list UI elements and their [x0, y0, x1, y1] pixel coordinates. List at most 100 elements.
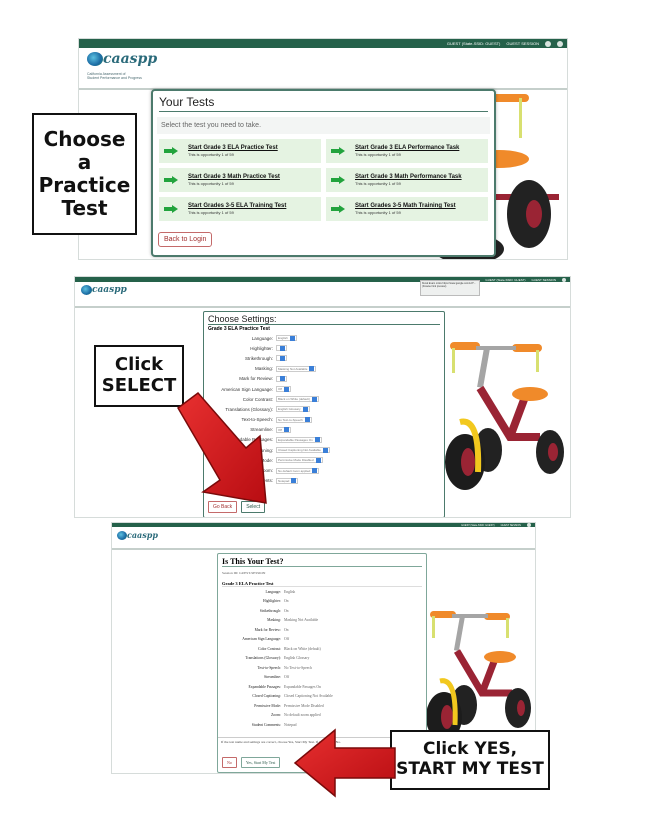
setting-value: Notepad [278, 478, 290, 483]
panel-title: Your Tests [159, 95, 488, 112]
test-item-grade3-ela-practice[interactable]: Start Grade 3 ELA Practice Test This is o… [159, 139, 321, 163]
arrow-right-icon [164, 147, 178, 155]
globe-icon [117, 530, 127, 540]
dropdown-arrow-icon[interactable] [289, 335, 295, 341]
dropdown-arrow-icon[interactable] [280, 355, 285, 361]
setting-label: Mark for Review: [239, 376, 273, 382]
test-item-grade3-ela-performance[interactable]: Start Grade 3 ELA Performance Task This i… [326, 139, 488, 163]
setting-row: Mark for Review: [204, 374, 444, 384]
callout-line: Practice [38, 173, 131, 197]
test-item-grades3-5-ela-training[interactable]: Start Grades 3-5 ELA Training Test This i… [159, 197, 321, 221]
test-item-grade3-math-performance[interactable]: Start Grade 3 Math Performance Task This … [326, 168, 488, 192]
summary-label: Expandable Passages: [248, 684, 281, 689]
setting-value: Off [278, 427, 282, 432]
arrow-right-icon [331, 205, 345, 213]
summary-row: Closed Captioning: Closed Captioning Not … [218, 692, 426, 702]
setting-dropdown[interactable]: English [276, 335, 297, 342]
setting-value: Expandable Passages On [278, 437, 313, 442]
test-label[interactable]: Start Grade 3 ELA Performance Task [355, 145, 459, 151]
summary-row: Text-to-Speech: No Text-to-Speech [218, 663, 426, 673]
settings-summary-list: Language: English Highlighter: On Strikethro… [218, 587, 426, 730]
test-item-grades3-5-math-training[interactable]: Start Grades 3-5 Math Training Test This … [326, 197, 488, 221]
test-label[interactable]: Start Grade 3 ELA Practice Test [188, 145, 278, 151]
arrow-right-icon [164, 205, 178, 213]
callout-line: Test [61, 196, 108, 220]
setting-row: Highlighter: [204, 343, 444, 353]
dropdown-arrow-icon[interactable] [302, 406, 308, 412]
callout-line: Choose [43, 127, 126, 151]
dropdown-arrow-icon[interactable] [315, 457, 321, 463]
user-info: GUEST (State-SSID: GUEST) [485, 277, 526, 282]
summary-label: Text-to-Speech: [257, 665, 282, 670]
setting-dropdown[interactable]: No Text-to-Speech [276, 416, 312, 423]
dropdown-arrow-icon[interactable] [283, 386, 289, 392]
setting-dropdown[interactable]: Off [276, 426, 291, 433]
help-icon[interactable] [562, 277, 566, 282]
session-label: GUEST SESSION [506, 41, 539, 46]
dropdown-arrow-icon[interactable] [309, 366, 315, 372]
setting-dropdown[interactable]: Off [276, 386, 291, 393]
summary-label: Translations (Glossary): [245, 656, 281, 661]
setting-dropdown[interactable]: English Glossary [276, 406, 310, 413]
test-label[interactable]: Start Grades 3-5 Math Training Test [355, 203, 456, 209]
summary-label: Closed Captioning: [252, 694, 281, 699]
test-opportunity: This is opportunity 1 of 59 [188, 210, 234, 215]
setting-value: Closed Captioning Not Available [278, 448, 321, 453]
summary-value: Closed Captioning Not Available [284, 694, 333, 699]
setting-dropdown[interactable]: Masking Not Available [276, 365, 317, 372]
setting-value: Masking Not Available [278, 366, 308, 371]
dropdown-arrow-icon[interactable] [283, 427, 289, 433]
setting-dropdown[interactable]: Expandable Passages On [276, 436, 322, 443]
dropdown-arrow-icon[interactable] [280, 345, 285, 351]
back-to-login-button[interactable]: Back to Login [158, 232, 213, 247]
test-item-grade3-math-practice[interactable]: Start Grade 3 Math Practice Test This is … [159, 168, 321, 192]
summary-row: Strikethrough: On [218, 606, 426, 616]
test-label[interactable]: Start Grade 3 Math Practice Test [188, 174, 280, 180]
dropdown-arrow-icon[interactable] [291, 478, 297, 484]
dropdown-arrow-icon[interactable] [311, 396, 317, 402]
session-id: Session ID: GUEST-SESSION [222, 571, 266, 575]
test-label[interactable]: Start Grades 3-5 ELA Training Test [188, 203, 286, 209]
user-info: GUEST (State-SSID: GUEST) [446, 41, 501, 46]
instructions: Select the test you need to take. [157, 117, 490, 134]
yes-start-my-test-button[interactable]: Yes, Start My Test [240, 757, 281, 768]
setting-dropdown[interactable]: No default zoom applied [276, 467, 320, 474]
setting-dropdown[interactable] [276, 345, 287, 352]
no-button[interactable]: No [222, 757, 237, 768]
callout-line: SELECT [101, 375, 177, 396]
setting-dropdown[interactable]: Permissive Mode Disabled [276, 457, 323, 464]
dropdown-arrow-icon[interactable] [312, 468, 318, 474]
setting-row: Masking: Masking Not Available [204, 364, 444, 374]
summary-value: No Text-to-Speech [284, 665, 312, 670]
setting-label: Masking: [254, 366, 273, 372]
summary-value: Permissive Mode Disabled [284, 703, 324, 708]
setting-value: No Text-to-Speech [278, 417, 303, 422]
globe-icon [81, 285, 92, 295]
settings-icon[interactable] [545, 40, 551, 47]
setting-row: Language: English [204, 333, 444, 343]
summary-label: Language: [265, 589, 281, 594]
caaspp-logo: caaspp [87, 51, 157, 67]
dropdown-arrow-icon[interactable] [314, 437, 320, 443]
summary-row: Color Contrast: Black on White (default) [218, 644, 426, 654]
setting-dropdown[interactable]: Notepad [276, 477, 299, 484]
dropdown-arrow-icon[interactable] [280, 376, 285, 382]
setting-dropdown[interactable] [276, 355, 287, 362]
setting-dropdown[interactable]: Black on White (default) [276, 396, 319, 403]
summary-label: Masking: [267, 618, 281, 623]
setting-label: Language: [251, 335, 273, 341]
setting-label: Strikethrough: [244, 355, 273, 361]
summary-row: Streamline: Off [218, 673, 426, 683]
test-label[interactable]: Start Grade 3 Math Performance Task [355, 174, 462, 180]
summary-value: English Glossary [284, 656, 310, 661]
setting-dropdown[interactable] [276, 375, 287, 382]
logo-header: caaspp [75, 282, 570, 308]
setting-value: Black on White (default) [278, 397, 310, 402]
session-label: GUEST SESSION [531, 277, 556, 282]
dropdown-arrow-icon[interactable] [304, 417, 310, 423]
summary-label: Zoom: [271, 713, 281, 718]
help-icon[interactable] [557, 40, 563, 47]
setting-dropdown[interactable]: Closed Captioning Not Available [276, 447, 330, 454]
dropdown-arrow-icon[interactable] [322, 447, 328, 453]
summary-row: Expandable Passages: Expandable Passages … [218, 682, 426, 692]
